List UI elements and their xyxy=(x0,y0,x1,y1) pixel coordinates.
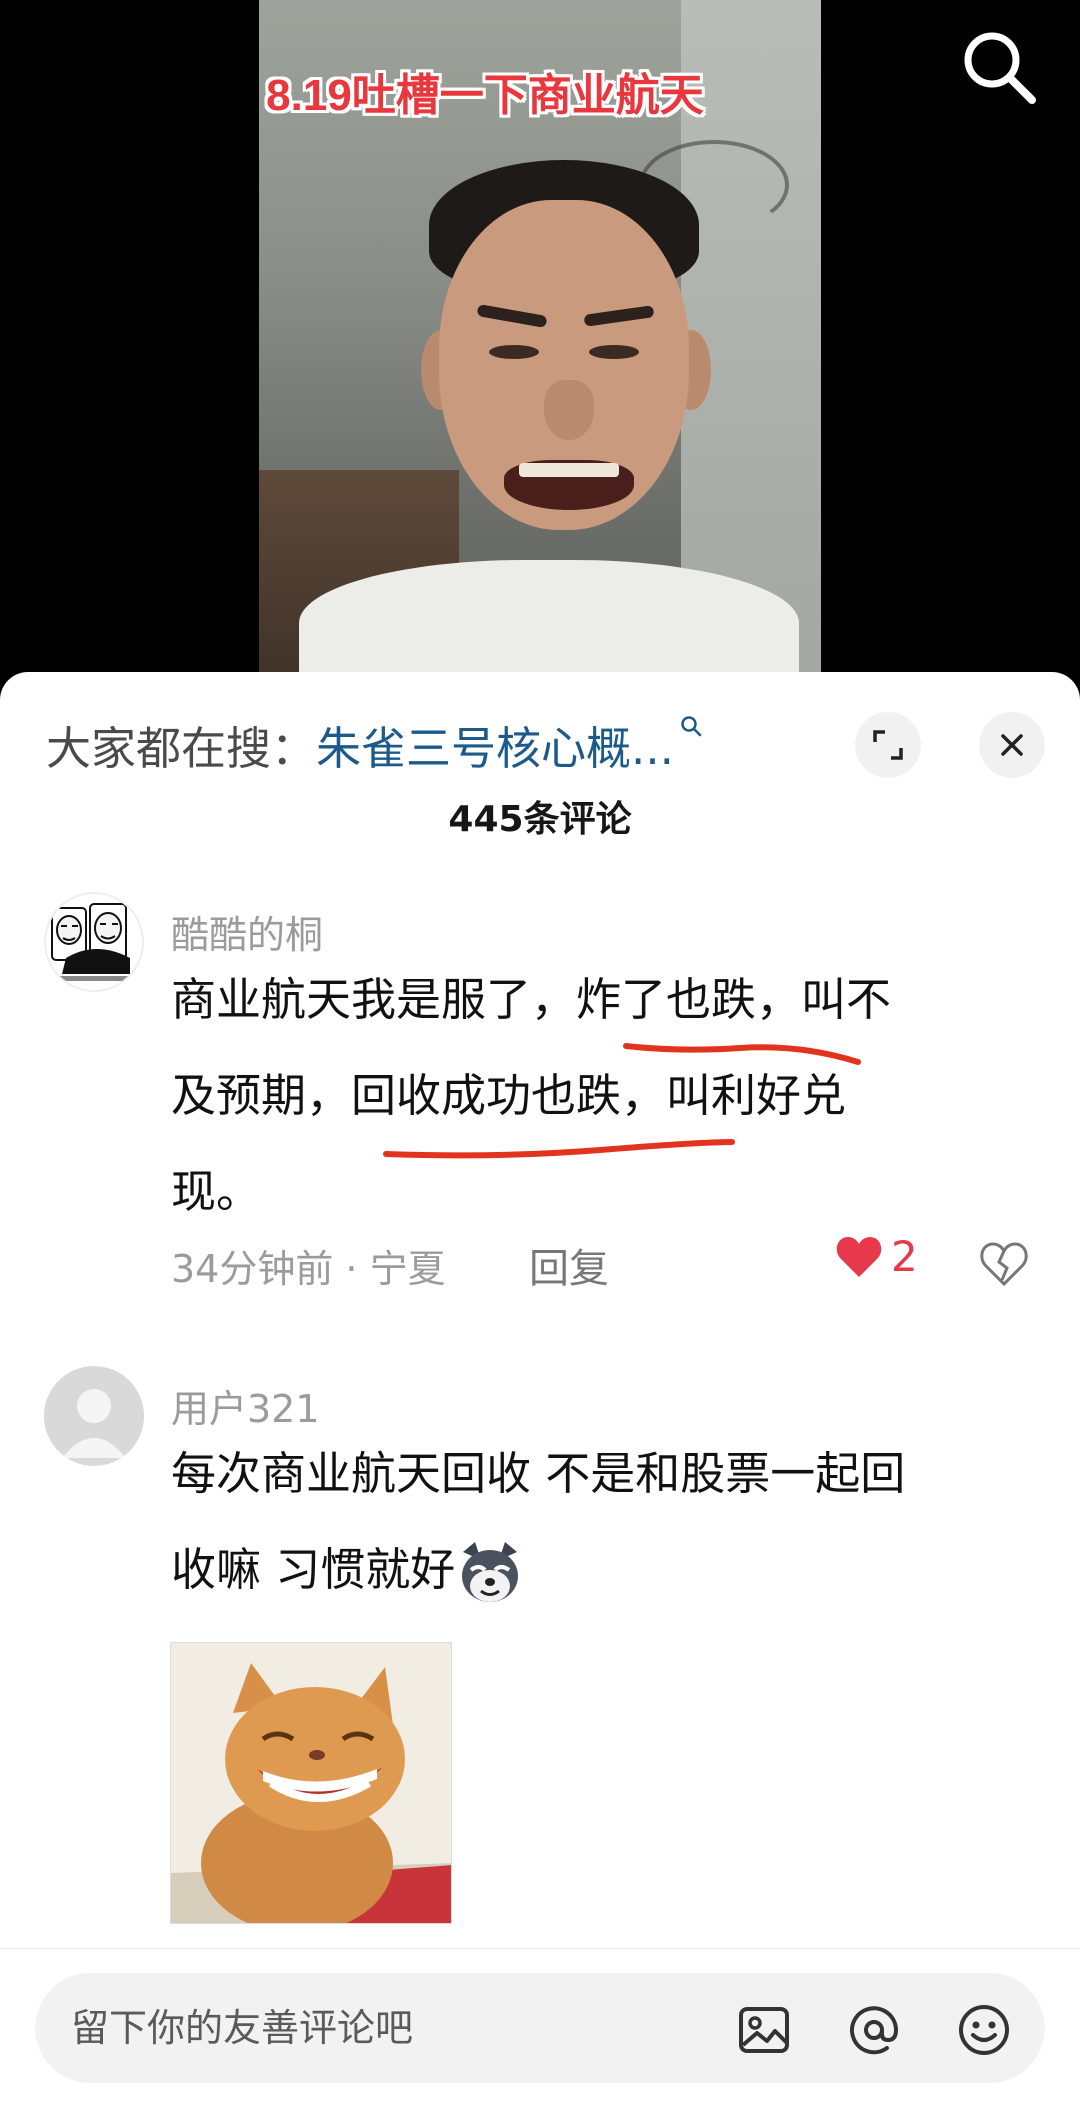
comment-text-line: 现。 xyxy=(171,1165,262,1218)
comment-text: 商业航天我是服了，炸了也跌，叫不 及预期，回收成功也跌，叫利好兑 现。 xyxy=(171,952,1021,1240)
expand-icon[interactable] xyxy=(855,712,921,778)
comment-text-line: 及预期，回收成功也跌，叫利好兑 xyxy=(171,1069,847,1122)
hot-search-bar[interactable]: 大家都在搜： 朱雀三号核心概... xyxy=(46,704,702,784)
close-icon[interactable] xyxy=(979,712,1045,778)
hot-search-mark-icon xyxy=(680,715,702,745)
reply-button[interactable]: 回复 xyxy=(529,1236,609,1294)
comment-text-line: 每次商业航天回收 不是和股票一起回 xyxy=(171,1447,906,1500)
avatar[interactable] xyxy=(44,892,144,992)
comment-input-placeholder: 留下你的友善评论吧 xyxy=(71,2006,414,2050)
like-button[interactable]: 2 xyxy=(835,1232,918,1281)
search-icon[interactable] xyxy=(956,24,1042,110)
image-icon[interactable] xyxy=(737,2003,791,2057)
comment-username[interactable]: 用户321 xyxy=(171,1378,320,1433)
husky-emoji-icon xyxy=(455,1538,525,1608)
comment-time-location: 34分钟前 · 宁夏 xyxy=(171,1247,446,1291)
hot-search-prefix: 大家都在搜： xyxy=(46,721,317,775)
video-caption: 8.19吐槽一下商业航天 xyxy=(266,71,704,120)
video-player[interactable]: 8.19吐槽一下商业航天 xyxy=(0,0,1080,690)
comment-text-line: 商业航天我是服了，炸了也跌，叫不 xyxy=(171,973,892,1026)
broken-heart-icon[interactable] xyxy=(980,1240,1028,1288)
at-icon[interactable] xyxy=(847,2003,901,2057)
comment-text-line: 收嘛 习惯就好 xyxy=(171,1522,1021,1618)
comment-username[interactable]: 酷酷的桐 xyxy=(171,904,323,959)
comment-count: 445条评论 xyxy=(448,799,632,840)
comment-input-area: 留下你的友善评论吧 xyxy=(0,1948,1080,2106)
comment-sheet: 大家都在搜： 朱雀三号核心概... 445条评论 酷酷的桐 商业航天我是服了，炸… xyxy=(0,672,1080,2106)
smiling-cat-image[interactable] xyxy=(170,1642,452,1924)
like-count: 2 xyxy=(891,1232,918,1281)
heart-icon xyxy=(836,1236,882,1277)
video-person xyxy=(409,160,711,560)
avatar[interactable] xyxy=(44,1366,144,1466)
comment-input[interactable]: 留下你的友善评论吧 xyxy=(35,1973,1045,2083)
hot-search-link[interactable]: 朱雀三号核心概... xyxy=(316,712,674,777)
emoji-icon[interactable] xyxy=(957,2003,1011,2057)
comment-text: 每次商业航天回收 不是和股票一起回 收嘛 习惯就好 xyxy=(171,1426,1021,1618)
